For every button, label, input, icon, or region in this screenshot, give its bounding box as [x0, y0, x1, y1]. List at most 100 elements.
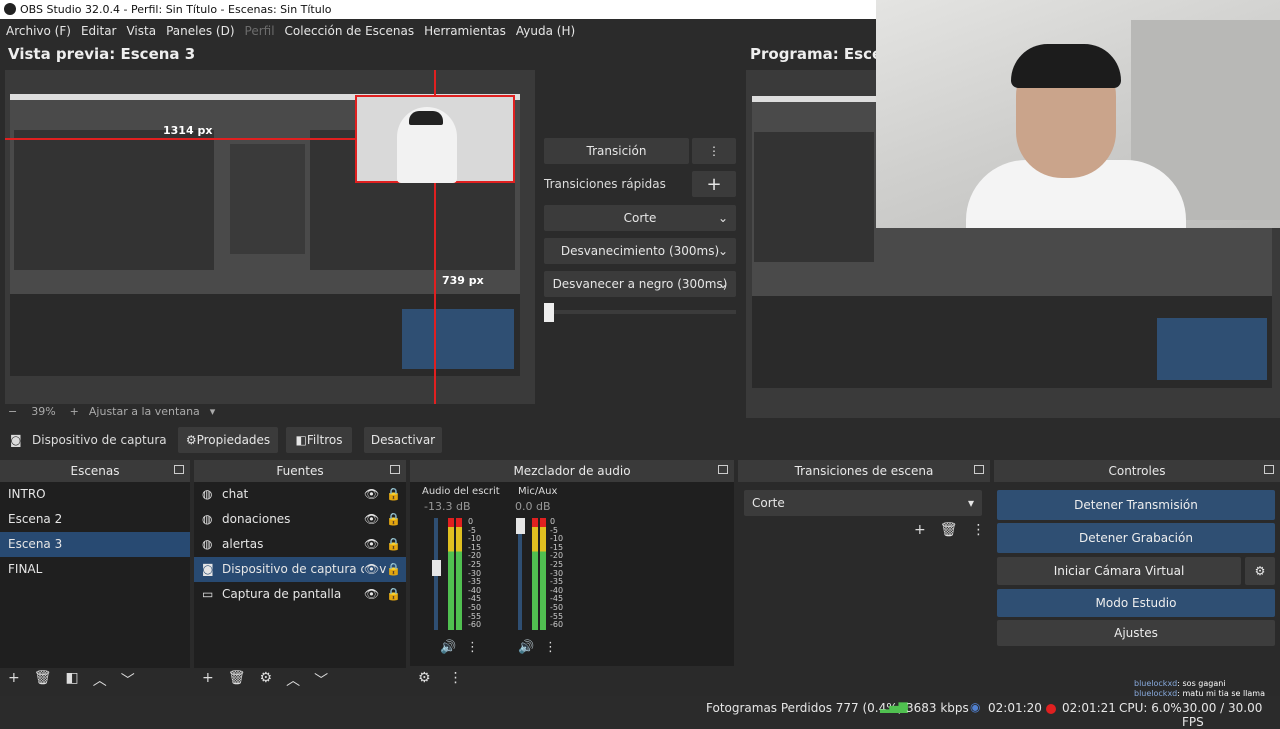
- properties-button[interactable]: ⚙ Propiedades: [178, 427, 278, 453]
- scene-transitions-dock: Transiciones de escena Corte ▾ + 🗑 ⋮: [738, 460, 990, 696]
- source-item[interactable]: ▭ Captura de pantalla 👁 🔒: [194, 582, 406, 607]
- popout-icon[interactable]: [174, 465, 184, 474]
- db-scale: 0 -5 -10 -15 -20 -25 -30 -35 -40 -45 -50 -55 -60: [550, 517, 563, 630]
- menu-herramientas[interactable]: Herramientas: [424, 24, 506, 38]
- scenes-dock: Escenas INTRO Escena 2 Escena 3 FINAL + …: [0, 460, 190, 696]
- deactivate-button[interactable]: Desactivar: [364, 427, 442, 453]
- eye-icon[interactable]: 👁: [364, 557, 380, 582]
- chevron-down-icon[interactable]: ﹀: [314, 670, 328, 690]
- popout-icon[interactable]: [390, 465, 400, 474]
- kebab-menu-icon[interactable]: ⋮: [972, 522, 986, 538]
- chevron-down-icon[interactable]: ﹀: [121, 670, 135, 690]
- scene-item[interactable]: Escena 3: [0, 532, 190, 557]
- gear-icon[interactable]: ⚙: [260, 670, 273, 690]
- zoom-dropdown-icon[interactable]: ▾: [210, 405, 216, 418]
- chevron-down-icon: ▾: [967, 496, 974, 510]
- zoom-fit-label[interactable]: Ajustar a la ventana: [89, 405, 200, 418]
- scene-item[interactable]: FINAL: [0, 557, 190, 582]
- channel-name: Audio del escritc: [422, 486, 500, 497]
- popout-icon[interactable]: [718, 465, 728, 474]
- menu-editar[interactable]: Editar: [81, 24, 117, 38]
- zoom-out-button[interactable]: −: [8, 405, 17, 418]
- source-label: chat: [222, 487, 249, 501]
- signal-icon: ▂▄▆: [880, 699, 908, 713]
- sources-header: Fuentes: [194, 460, 406, 482]
- fader-track[interactable]: [518, 518, 522, 630]
- tbar-track[interactable]: [544, 310, 736, 314]
- guide-line-horizontal: [5, 138, 355, 140]
- menu-paneles[interactable]: Paneles (D): [166, 24, 234, 38]
- stop-record-button[interactable]: Detener Grabación: [997, 523, 1275, 553]
- scene-item[interactable]: INTRO: [0, 482, 190, 507]
- lock-icon[interactable]: 🔒: [386, 482, 401, 507]
- menu-vista[interactable]: Vista: [126, 24, 156, 38]
- source-item[interactable]: ◍ chat 👁 🔒: [194, 482, 406, 507]
- zoom-in-button[interactable]: +: [70, 405, 79, 418]
- chevron-up-icon[interactable]: ︿: [93, 670, 107, 690]
- globe-icon: ◍: [202, 537, 213, 551]
- studio-mode-button[interactable]: Modo Estudio: [997, 589, 1275, 617]
- trash-icon[interactable]: 🗑: [228, 670, 246, 690]
- eye-icon[interactable]: 👁: [364, 507, 379, 532]
- camera-icon: ◙: [202, 562, 214, 576]
- add-quick-transition-button[interactable]: +: [692, 171, 736, 197]
- transition-select[interactable]: Corte ▾: [744, 490, 982, 516]
- lock-icon[interactable]: 🔒: [386, 507, 401, 532]
- source-item[interactable]: ◍ donaciones 👁 🔒: [194, 507, 406, 532]
- preview-canvas[interactable]: 1314 px 739 px: [5, 70, 535, 404]
- transition-menu-icon[interactable]: ⋮: [692, 138, 736, 164]
- virtual-camera-button[interactable]: Iniciar Cámara Virtual: [997, 557, 1241, 585]
- scenes-toolbar: + 🗑 ◧ ︿ ﹀: [8, 670, 135, 690]
- settings-button[interactable]: Ajustes: [997, 620, 1275, 646]
- source-item[interactable]: ◍ alertas 👁 🔒: [194, 532, 406, 557]
- add-icon[interactable]: +: [202, 670, 214, 690]
- globe-icon: ◍: [202, 487, 213, 501]
- sources-title: Fuentes: [276, 464, 324, 478]
- kebab-menu-icon[interactable]: ⋮: [466, 640, 479, 655]
- menu-ayuda[interactable]: Ayuda (H): [516, 24, 575, 38]
- filter-icon[interactable]: ◧: [66, 670, 79, 690]
- quick-transition-fade-black[interactable]: Desvanecer a negro (300ms) ⌄: [544, 271, 736, 297]
- gear-icon[interactable]: ⚙: [1245, 557, 1275, 585]
- window-title: OBS Studio 32.0.4 - Perfil: Sin Título -…: [20, 3, 332, 16]
- mixer-toolbar: ⚙ ⋮: [418, 670, 463, 686]
- speaker-icon[interactable]: 🔊: [518, 640, 534, 655]
- quick-transition-cut[interactable]: Corte ⌄: [544, 205, 736, 231]
- kebab-menu-icon[interactable]: ⋮: [544, 640, 557, 655]
- trash-icon[interactable]: 🗑: [34, 670, 52, 690]
- popout-icon[interactable]: [974, 465, 984, 474]
- selected-source-box[interactable]: [355, 95, 515, 183]
- menu-coleccion[interactable]: Colección de Escenas: [285, 24, 415, 38]
- menu-archivo[interactable]: Archivo (F): [6, 24, 71, 38]
- speaker-icon[interactable]: 🔊: [440, 640, 456, 655]
- eye-icon[interactable]: 👁: [364, 532, 379, 557]
- quick-transition-fade[interactable]: Desvanecimiento (300ms) ⌄: [544, 238, 736, 264]
- width-label: 1314 px: [163, 124, 213, 137]
- source-item[interactable]: ◙ Dispositivo de captura de v 👁 🔒: [194, 557, 406, 582]
- fader-handle[interactable]: [516, 518, 525, 534]
- lock-icon[interactable]: 🔒: [386, 557, 401, 582]
- add-icon[interactable]: +: [914, 522, 926, 538]
- kebab-menu-icon[interactable]: ⋮: [449, 670, 463, 686]
- eye-icon[interactable]: 👁: [364, 582, 379, 607]
- trash-icon[interactable]: 🗑: [940, 522, 958, 538]
- stop-stream-button[interactable]: Detener Transmisión: [997, 490, 1275, 520]
- transition-button[interactable]: Transición: [544, 138, 689, 164]
- quick-transition-label: Desvanecer a negro (300ms): [552, 277, 728, 291]
- tbar-handle[interactable]: [544, 303, 554, 322]
- filters-button[interactable]: ◧ Filtros: [286, 427, 352, 453]
- lock-icon[interactable]: 🔒: [386, 532, 401, 557]
- advanced-audio-gear-icon[interactable]: ⚙: [418, 670, 431, 686]
- menu-perfil[interactable]: Perfil: [245, 24, 275, 38]
- lock-icon[interactable]: 🔒: [386, 582, 401, 607]
- filter-icon: ◧: [295, 433, 307, 447]
- scene-item[interactable]: Escena 2: [0, 507, 190, 532]
- level-meter: [532, 518, 538, 630]
- add-icon[interactable]: +: [8, 670, 20, 690]
- popout-icon[interactable]: [1264, 465, 1274, 474]
- chevron-up-icon[interactable]: ︿: [286, 670, 300, 690]
- eye-icon[interactable]: 👁: [364, 482, 379, 507]
- chat-message: bluelockxd: sos gagani: [1134, 679, 1280, 689]
- fader-handle[interactable]: [432, 560, 441, 576]
- cpu-usage: CPU: 6.0%: [1119, 701, 1182, 715]
